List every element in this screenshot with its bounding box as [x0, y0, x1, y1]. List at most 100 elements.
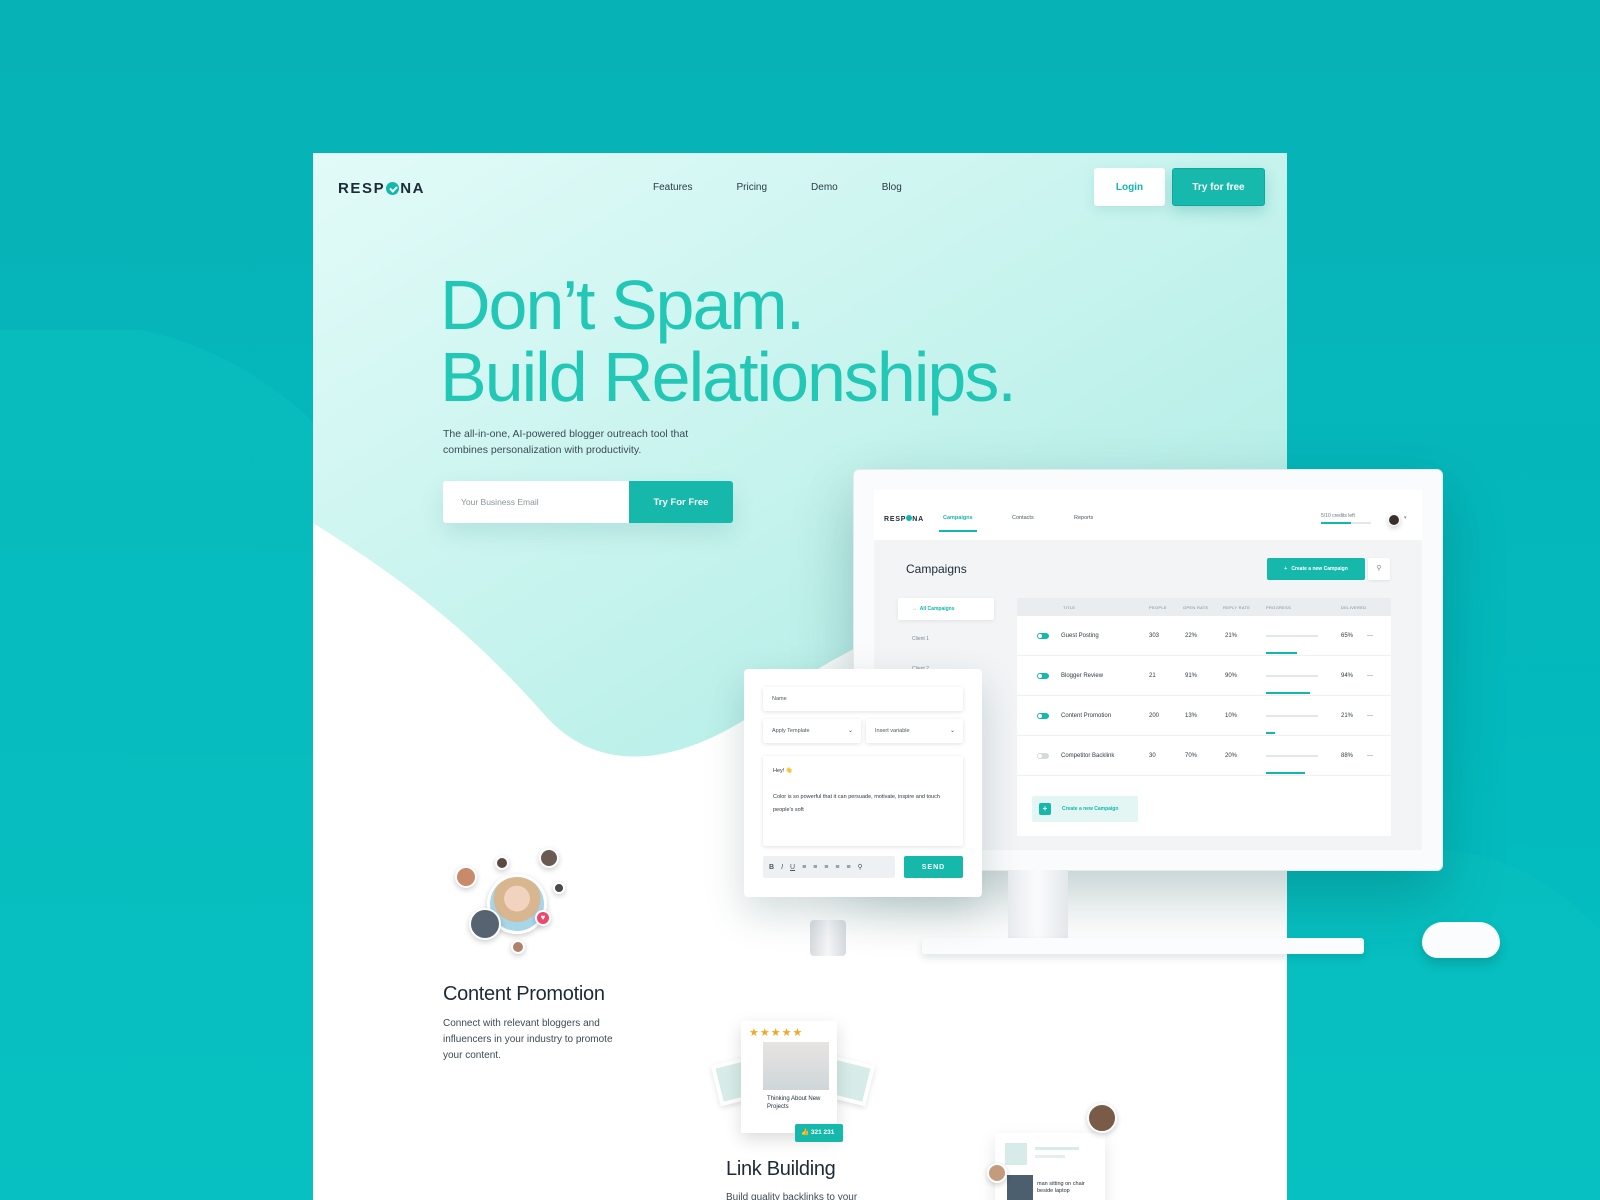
- campaign-progress-fill: [1266, 772, 1305, 774]
- post-caption: Thinking About New Projects: [767, 1096, 821, 1110]
- search-icon[interactable]: ⚲: [1368, 558, 1390, 580]
- campaign-toggle[interactable]: [1037, 673, 1049, 679]
- create-campaign-label: Create a new Campaign: [1291, 566, 1348, 572]
- campaign-progress-fill: [1266, 652, 1298, 654]
- align-right-icon[interactable]: ≡: [824, 864, 828, 871]
- more-icon[interactable]: —: [1367, 673, 1373, 679]
- chevron-down-icon[interactable]: ▾: [1404, 515, 1407, 521]
- insert-variable-select[interactable]: Insert variable ⌄: [866, 719, 963, 743]
- card-line: [1035, 1147, 1079, 1150]
- campaign-people: 21: [1149, 673, 1156, 679]
- create-campaign-button[interactable]: + Create a new Campaign: [1267, 558, 1365, 580]
- campaign-progress-bar: [1266, 675, 1318, 694]
- campaign-delivered: 21%: [1341, 713, 1354, 719]
- bold-icon[interactable]: B: [769, 864, 774, 871]
- likes-count: 321 231: [810, 1129, 835, 1136]
- cup: [810, 920, 846, 956]
- col-people: PEOPLE: [1149, 605, 1167, 610]
- create-campaign-inline-button[interactable]: Create a new Campaign: [1032, 796, 1138, 822]
- avatar: [495, 856, 509, 870]
- email-composer: Name Apply Template ⌄ Insert variable ⌄ …: [744, 669, 982, 897]
- sidebar-item-label: All Campaigns: [919, 606, 955, 612]
- avatar: [987, 1163, 1007, 1183]
- tab-contacts[interactable]: Contacts: [1012, 515, 1034, 521]
- thumbs-up-icon: 👍: [801, 1129, 810, 1136]
- nav-links: Features Pricing Demo Blog: [653, 182, 946, 193]
- campaign-people: 30: [1149, 753, 1156, 759]
- table-row[interactable]: Guest Posting 303 22% 21% 65% —: [1017, 616, 1391, 656]
- likes-badge: 👍 321 231: [795, 1124, 843, 1142]
- rating-stars-icon: ★★★★★: [749, 1027, 804, 1039]
- apply-template-label: Apply Template: [772, 728, 810, 734]
- card-photo: [1007, 1175, 1033, 1200]
- credits-progress-bar: [1321, 522, 1371, 524]
- apply-template-select[interactable]: Apply Template ⌄: [763, 719, 861, 743]
- post-card: ★★★★★ Thinking About New Projects: [741, 1021, 837, 1133]
- signup-form: Try For Free: [443, 481, 733, 523]
- business-email-input[interactable]: [443, 481, 629, 523]
- campaign-people: 303: [1149, 633, 1160, 639]
- campaign-toggle[interactable]: [1037, 753, 1049, 759]
- table-row[interactable]: Competitor Backlink 30 70% 20% 88% —: [1017, 736, 1391, 776]
- chevron-down-icon: ⌄: [847, 728, 853, 734]
- user-avatar[interactable]: [1388, 514, 1400, 526]
- more-icon[interactable]: —: [1367, 753, 1373, 759]
- respona-logo[interactable]: RESP NA: [338, 180, 425, 197]
- campaign-progress-bar: [1266, 715, 1318, 734]
- hero-subtext: The all-in-one, AI-powered blogger outre…: [443, 428, 689, 456]
- avatar: [469, 908, 501, 940]
- monitor-stand: [1008, 870, 1068, 940]
- campaign-title: Competitor Backlink: [1061, 753, 1115, 759]
- campaign-title: Blogger Review: [1061, 673, 1104, 679]
- try-for-free-cta[interactable]: Try For Free: [629, 481, 733, 523]
- send-button[interactable]: SEND: [904, 856, 963, 878]
- arrow-right-icon: →: [912, 606, 920, 612]
- numbered-list-icon[interactable]: ≡: [846, 864, 850, 871]
- logo-check-icon: [386, 182, 400, 195]
- avatar: [539, 848, 559, 868]
- tab-campaigns[interactable]: Campaigns: [939, 515, 977, 532]
- align-center-icon[interactable]: ≡: [813, 864, 817, 871]
- table-row[interactable]: Content Promotion 200 13% 10% 21% —: [1017, 696, 1391, 736]
- name-field[interactable]: Name: [763, 687, 963, 711]
- campaign-delivered: 88%: [1341, 753, 1354, 759]
- col-reply-rate: REPLY RATE: [1223, 605, 1251, 610]
- message-text: Color is so powerful that it can persuad…: [773, 794, 940, 813]
- list-icon[interactable]: ≡: [835, 864, 839, 871]
- campaign-progress-bar: [1266, 635, 1318, 654]
- more-icon[interactable]: —: [1367, 713, 1373, 719]
- nav-link-pricing[interactable]: Pricing: [736, 182, 767, 193]
- italic-icon[interactable]: I: [781, 864, 783, 871]
- credits-progress-fill: [1321, 522, 1351, 524]
- more-icon[interactable]: —: [1367, 633, 1373, 639]
- app-logo-left: RESP: [884, 516, 907, 523]
- logo-text-right: NA: [400, 180, 426, 197]
- feature-title-content-promotion: Content Promotion: [443, 983, 605, 1005]
- nav-link-demo[interactable]: Demo: [811, 182, 838, 193]
- feature-desc-link-building: Build quality backlinks to your: [726, 1192, 858, 1200]
- campaign-toggle[interactable]: [1037, 713, 1049, 719]
- mouse: [1422, 922, 1500, 958]
- campaign-toggle[interactable]: [1037, 633, 1049, 639]
- nav-link-features[interactable]: Features: [653, 182, 692, 193]
- login-button[interactable]: Login: [1094, 168, 1165, 206]
- table-row[interactable]: Blogger Review 21 91% 90% 94% —: [1017, 656, 1391, 696]
- sidebar-item-all-campaigns[interactable]: → All Campaigns: [898, 598, 994, 620]
- format-toolbar: B I U ≡ ≡ ≡ ≡ ≡ ⚲: [763, 856, 895, 878]
- col-delivered: DELIVERED: [1341, 605, 1367, 610]
- campaign-open-rate: 91%: [1185, 673, 1198, 679]
- underline-icon[interactable]: U: [790, 864, 795, 871]
- link-icon[interactable]: ⚲: [858, 863, 863, 871]
- message-editor[interactable]: Hey! 👋 Color is so powerful that it can …: [763, 756, 963, 846]
- try-for-free-button[interactable]: Try for free: [1172, 168, 1265, 206]
- nav-link-blog[interactable]: Blog: [882, 182, 902, 193]
- align-left-icon[interactable]: ≡: [802, 864, 806, 871]
- sidebar-item-client-1[interactable]: Client 1: [898, 628, 994, 650]
- heart-icon: ♥: [535, 910, 551, 926]
- tab-reports[interactable]: Reports: [1074, 515, 1093, 521]
- feature-desc-content-promotion: Connect with relevant bloggers and influ…: [443, 1018, 613, 1061]
- insert-variable-label: Insert variable: [875, 728, 910, 734]
- col-open-rate: OPEN RATE: [1183, 605, 1209, 610]
- campaign-reply-rate: 90%: [1225, 673, 1238, 679]
